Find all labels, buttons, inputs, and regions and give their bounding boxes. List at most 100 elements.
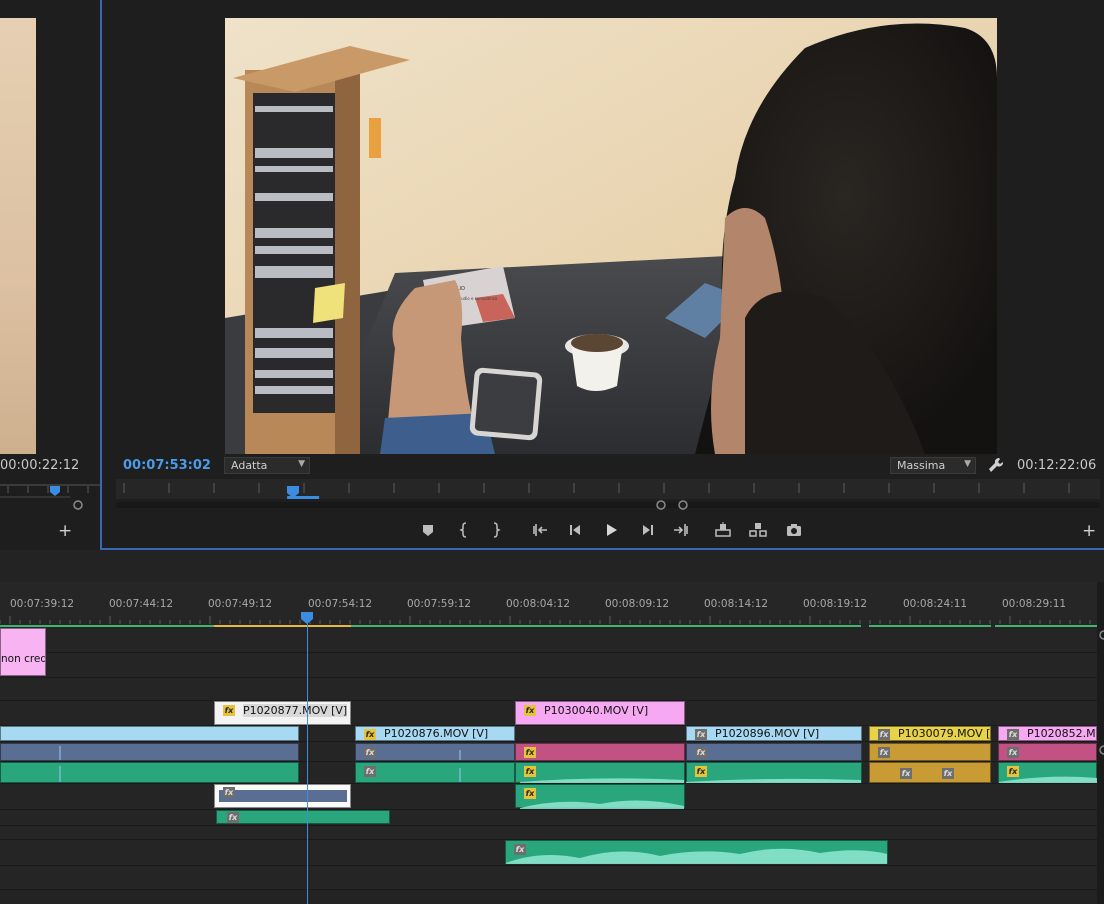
play-icon[interactable] bbox=[601, 520, 621, 540]
fx-badge-icon: fx bbox=[227, 812, 239, 823]
fx-badge-icon: fx bbox=[1007, 729, 1019, 740]
ruler-ticks bbox=[0, 616, 1097, 627]
audio-clip[interactable]: fx bbox=[515, 762, 685, 783]
clip-name: P1030040.MOV [V] bbox=[544, 704, 649, 717]
clip-name: P1030079.MOV [V] bbox=[898, 727, 991, 740]
ruler-label: 00:08:14:12 bbox=[704, 598, 769, 610]
music-clip[interactable]: fx bbox=[505, 840, 888, 864]
track-handle-icon[interactable] bbox=[1097, 629, 1104, 641]
zoom-level-select[interactable]: Adatta ▼ bbox=[224, 457, 310, 474]
fx-badge-icon: fx bbox=[695, 729, 707, 740]
audio-clip[interactable]: fx bbox=[686, 762, 862, 783]
ruler-label: 00:08:09:12 bbox=[605, 598, 670, 610]
audio-clip[interactable]: fx bbox=[998, 762, 1097, 783]
fx-badge-icon: fx bbox=[695, 766, 707, 777]
marker-icon[interactable] bbox=[418, 520, 438, 540]
track-a4 bbox=[0, 810, 1097, 826]
video-clip[interactable]: fx P1020896.MOV [V] bbox=[686, 726, 862, 741]
audio-clip[interactable]: fx bbox=[355, 762, 515, 783]
wrench-icon[interactable] bbox=[988, 457, 1004, 473]
fx-badge-icon: fx bbox=[364, 766, 376, 777]
audio-clip[interactable]: fx bbox=[998, 743, 1097, 761]
video-clip[interactable]: fx P1020852.MOV [V] bbox=[998, 726, 1097, 741]
fx-badge-icon: fx bbox=[524, 747, 536, 758]
fx-badge-icon: fx bbox=[223, 705, 235, 716]
fx-badge-icon: fx bbox=[878, 747, 890, 758]
fx-badge-icon: fx bbox=[524, 705, 536, 716]
program-zoom-scrollbar[interactable] bbox=[116, 500, 1100, 510]
source-out-handle-icon[interactable] bbox=[72, 499, 84, 511]
ruler-label: 00:07:49:12 bbox=[208, 598, 273, 610]
ruler-label: 00:07:54:12 bbox=[308, 598, 373, 610]
program-video-frame: CONSIGLIO gruppo di studio e consulenza bbox=[225, 18, 997, 454]
audio-clip[interactable]: fx bbox=[214, 784, 351, 808]
mark-in-icon[interactable] bbox=[454, 520, 474, 540]
track-v4 bbox=[0, 653, 1097, 678]
timeline-ruler[interactable]: 00:07:39:12 00:07:44:12 00:07:49:12 00:0… bbox=[0, 582, 1097, 628]
audio-clip[interactable] bbox=[0, 762, 299, 783]
fx-badge-icon: fx bbox=[524, 766, 536, 777]
go-to-out-icon[interactable] bbox=[670, 520, 690, 540]
track-handle-icon[interactable] bbox=[1097, 744, 1104, 756]
video-clip[interactable]: fx P1020877.MOV [V] bbox=[214, 701, 351, 725]
video-clip[interactable] bbox=[0, 726, 299, 741]
audio-clip[interactable]: fx bbox=[686, 743, 862, 761]
audio-clip[interactable]: fx bbox=[216, 810, 390, 824]
track-a5 bbox=[0, 826, 1097, 840]
program-playhead-icon[interactable] bbox=[287, 486, 300, 498]
go-to-in-icon[interactable] bbox=[531, 520, 551, 540]
playback-resolution-value: Massima bbox=[897, 459, 946, 472]
step-forward-icon[interactable] bbox=[637, 520, 657, 540]
step-back-icon[interactable] bbox=[566, 520, 586, 540]
playback-resolution-select[interactable]: Massima ▼ bbox=[890, 457, 976, 474]
fx-badge-icon: fx bbox=[878, 729, 890, 740]
fx-badge-icon: fx bbox=[524, 788, 536, 799]
source-video-frame bbox=[0, 18, 36, 454]
track-a7 bbox=[0, 866, 1097, 890]
track-v3 bbox=[0, 678, 1097, 701]
fx-badge-icon: fx bbox=[364, 747, 376, 758]
export-frame-icon[interactable] bbox=[784, 520, 804, 540]
fx-badge-icon: fx bbox=[514, 844, 526, 855]
fx-badge-icon: fx bbox=[1007, 747, 1019, 758]
ruler-label: 00:08:19:12 bbox=[803, 598, 868, 610]
clip-name: P1020852.MOV [V] bbox=[1027, 727, 1096, 740]
timeline-playhead-icon[interactable] bbox=[301, 612, 313, 624]
program-duration: 00:12:22:06 bbox=[1017, 458, 1097, 473]
video-clip[interactable]: fx P1030040.MOV [V] bbox=[515, 701, 685, 725]
extract-icon[interactable] bbox=[748, 520, 768, 540]
video-clip[interactable]: fx P1020876.MOV [V] bbox=[355, 726, 515, 741]
timeline-playhead-line bbox=[307, 612, 308, 904]
clip-name: P1020896.MOV [V] bbox=[715, 727, 820, 740]
zoom-level-value: Adatta bbox=[231, 459, 268, 472]
ruler-label: 00:07:39:12 bbox=[10, 598, 75, 610]
track-v5 bbox=[0, 628, 1097, 653]
program-time-ruler[interactable] bbox=[116, 479, 1100, 501]
source-add-button[interactable]: + bbox=[58, 521, 72, 541]
audio-clip[interactable]: fx bbox=[515, 743, 685, 761]
audio-clip[interactable] bbox=[0, 743, 299, 761]
mark-out-icon[interactable] bbox=[486, 520, 506, 540]
ruler-label: 00:08:24:11 bbox=[903, 598, 968, 610]
audio-clip-inner bbox=[219, 790, 347, 802]
program-current-timecode[interactable]: 00:07:53:02 bbox=[123, 458, 211, 473]
audio-clip[interactable]: fx fx bbox=[869, 762, 991, 783]
fx-badge-icon: fx bbox=[695, 747, 707, 758]
chevron-down-icon: ▼ bbox=[298, 459, 305, 469]
source-timecode[interactable]: 00:00:22:12 bbox=[0, 458, 79, 473]
title-clip-label: non credo bbox=[1, 653, 45, 665]
clip-name: P1020877.MOV [V] bbox=[243, 704, 348, 717]
lift-icon[interactable] bbox=[713, 520, 733, 540]
fx-badge-icon: fx bbox=[942, 768, 954, 779]
program-add-button[interactable]: + bbox=[1082, 521, 1096, 541]
video-clip[interactable]: fx P1030079.MOV [V] bbox=[869, 726, 991, 741]
audio-clip[interactable]: fx bbox=[515, 784, 685, 808]
title-clip[interactable]: non credo bbox=[0, 628, 46, 676]
ruler-label: 00:08:29:11 bbox=[1002, 598, 1067, 610]
audio-clip[interactable]: fx bbox=[869, 743, 991, 761]
audio-clip[interactable]: fx bbox=[355, 743, 515, 761]
fx-badge-icon: fx bbox=[223, 787, 235, 798]
chevron-down-icon: ▼ bbox=[964, 459, 971, 469]
clip-name: P1020876.MOV [V] bbox=[384, 727, 489, 740]
source-playhead-icon[interactable] bbox=[50, 486, 60, 496]
